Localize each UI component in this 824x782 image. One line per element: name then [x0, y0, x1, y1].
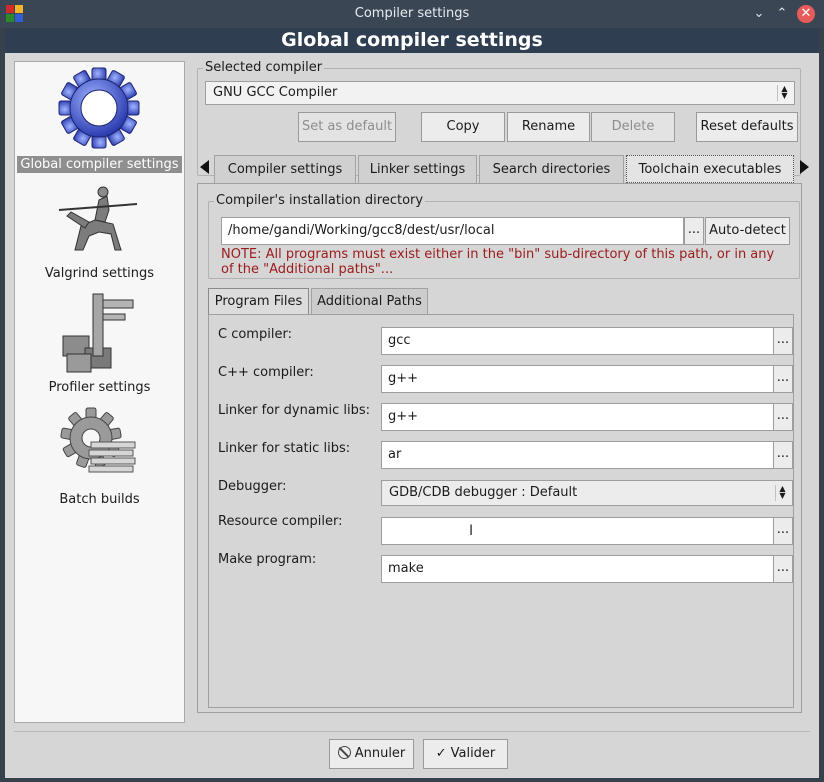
- browse-make-program-button[interactable]: ...: [773, 555, 793, 583]
- cancel-label: Annuler: [354, 746, 406, 761]
- browse-c-compiler-button[interactable]: ...: [773, 327, 793, 355]
- debugger-select-value: GDB/CDB debugger : Default: [389, 485, 578, 500]
- ok-button[interactable]: ✓ Valider: [423, 739, 508, 769]
- ok-label: Valider: [450, 746, 496, 761]
- path-note-line: NOTE: All programs must exist either in …: [221, 247, 775, 262]
- sidebar-item-profiler[interactable]: Profiler settings: [15, 292, 184, 398]
- browse-resource-compiler-button[interactable]: ...: [773, 517, 793, 545]
- page-title: Global compiler settings: [5, 28, 819, 53]
- window-title: Compiler settings: [354, 6, 470, 21]
- cancel-button[interactable]: Annuler: [329, 739, 414, 769]
- compiler-settings-window: Compiler settings ⌄ ⌃ ✕ Global compiler …: [0, 0, 824, 782]
- browse-install-dir-button[interactable]: ...: [684, 217, 704, 245]
- compiler-select[interactable]: GNU GCC Compiler ▲ ▼: [205, 81, 795, 105]
- debugger-label: Debugger:: [218, 479, 287, 494]
- delete-button[interactable]: Delete: [591, 112, 675, 142]
- maximize-icon[interactable]: ⌃: [773, 5, 791, 23]
- dynamic-linker-label: Linker for dynamic libs:: [218, 403, 370, 418]
- gear-stack-icon: [60, 407, 136, 473]
- browse-cpp-compiler-button[interactable]: ...: [773, 365, 793, 393]
- sidebar-item-label: Batch builds: [59, 492, 140, 507]
- browse-dynamic-linker-button[interactable]: ...: [773, 403, 793, 431]
- spin-arrows-icon: ▲ ▼: [777, 85, 791, 101]
- tab-compiler-settings[interactable]: Compiler settings: [214, 155, 356, 183]
- c-compiler-input[interactable]: gcc: [381, 327, 774, 355]
- knight-on-horse-icon: [58, 186, 138, 251]
- check-icon: ✓: [435, 746, 447, 761]
- tab-scroll-left-icon[interactable]: [200, 160, 209, 174]
- text-cursor-icon: I: [469, 523, 474, 539]
- rename-button[interactable]: Rename: [507, 112, 590, 142]
- tab-program-files[interactable]: Program Files: [208, 288, 309, 314]
- browse-static-linker-button[interactable]: ...: [773, 441, 793, 469]
- title-bar: Compiler settings ⌄ ⌃ ✕: [0, 0, 824, 28]
- tab-search-directories[interactable]: Search directories: [479, 155, 624, 183]
- compiler-select-value: GNU GCC Compiler: [213, 85, 338, 100]
- installation-directory-group: Compiler's installation directory /home/…: [208, 193, 800, 279]
- footer-divider: [14, 731, 810, 732]
- copy-button[interactable]: Copy: [421, 112, 505, 142]
- cpp-compiler-label: C++ compiler:: [218, 365, 314, 380]
- tab-toolchain-executables[interactable]: Toolchain executables: [626, 155, 794, 183]
- sidebar-item-batch-builds[interactable]: Batch builds: [15, 404, 184, 510]
- minimize-icon[interactable]: ⌄: [750, 5, 768, 23]
- dynamic-linker-input[interactable]: g++: [381, 403, 774, 431]
- static-linker-input[interactable]: ar: [381, 441, 774, 469]
- close-icon[interactable]: ✕: [797, 5, 815, 23]
- sidebar-item-valgrind[interactable]: Valgrind settings: [15, 180, 184, 286]
- installation-path-input[interactable]: /home/gandi/Working/gcc8/dest/usr/local: [221, 217, 684, 245]
- caliper-icon: [62, 293, 134, 373]
- resource-compiler-input[interactable]: [381, 517, 774, 545]
- set-as-default-button[interactable]: Set as default: [298, 112, 396, 142]
- debugger-select[interactable]: GDB/CDB debugger : Default ▲ ▼: [381, 480, 793, 506]
- sidebar-item-label: Profiler settings: [48, 380, 151, 395]
- sidebar-item-label: Valgrind settings: [44, 266, 155, 281]
- group-title: Compiler's installation directory: [214, 193, 426, 208]
- c-compiler-label: C compiler:: [218, 327, 292, 342]
- path-note: NOTE: All programs must exist either in …: [221, 247, 791, 277]
- cpp-compiler-input[interactable]: g++: [381, 365, 774, 393]
- toolchain-panel: Compiler's installation directory /home/…: [197, 183, 802, 713]
- tab-additional-paths[interactable]: Additional Paths: [311, 288, 428, 314]
- auto-detect-button[interactable]: Auto-detect: [705, 217, 790, 245]
- dialog-client: Global compiler settings Global compiler…: [5, 28, 819, 778]
- reset-defaults-button[interactable]: Reset defaults: [696, 112, 798, 142]
- make-program-input[interactable]: make: [381, 555, 774, 583]
- category-sidebar: Global compiler settings Valgrind settin…: [14, 61, 185, 723]
- resource-compiler-label: Resource compiler:: [218, 514, 343, 529]
- sidebar-item-global-compiler[interactable]: Global compiler settings: [15, 66, 184, 174]
- group-title: Selected compiler: [203, 60, 325, 75]
- path-note-line: of the "Additional paths"...: [221, 262, 394, 277]
- cancel-icon: [337, 746, 351, 759]
- program-files-panel: C compiler: gcc ... C++ compiler: g++ ..…: [208, 314, 794, 708]
- tab-scroll-right-icon[interactable]: [800, 160, 809, 174]
- spin-arrows-icon: ▲ ▼: [775, 485, 789, 501]
- gear-icon: [58, 67, 140, 149]
- tab-linker-settings[interactable]: Linker settings: [358, 155, 477, 183]
- make-program-label: Make program:: [218, 552, 317, 567]
- static-linker-label: Linker for static libs:: [218, 441, 351, 456]
- sidebar-item-label: Global compiler settings: [17, 156, 182, 173]
